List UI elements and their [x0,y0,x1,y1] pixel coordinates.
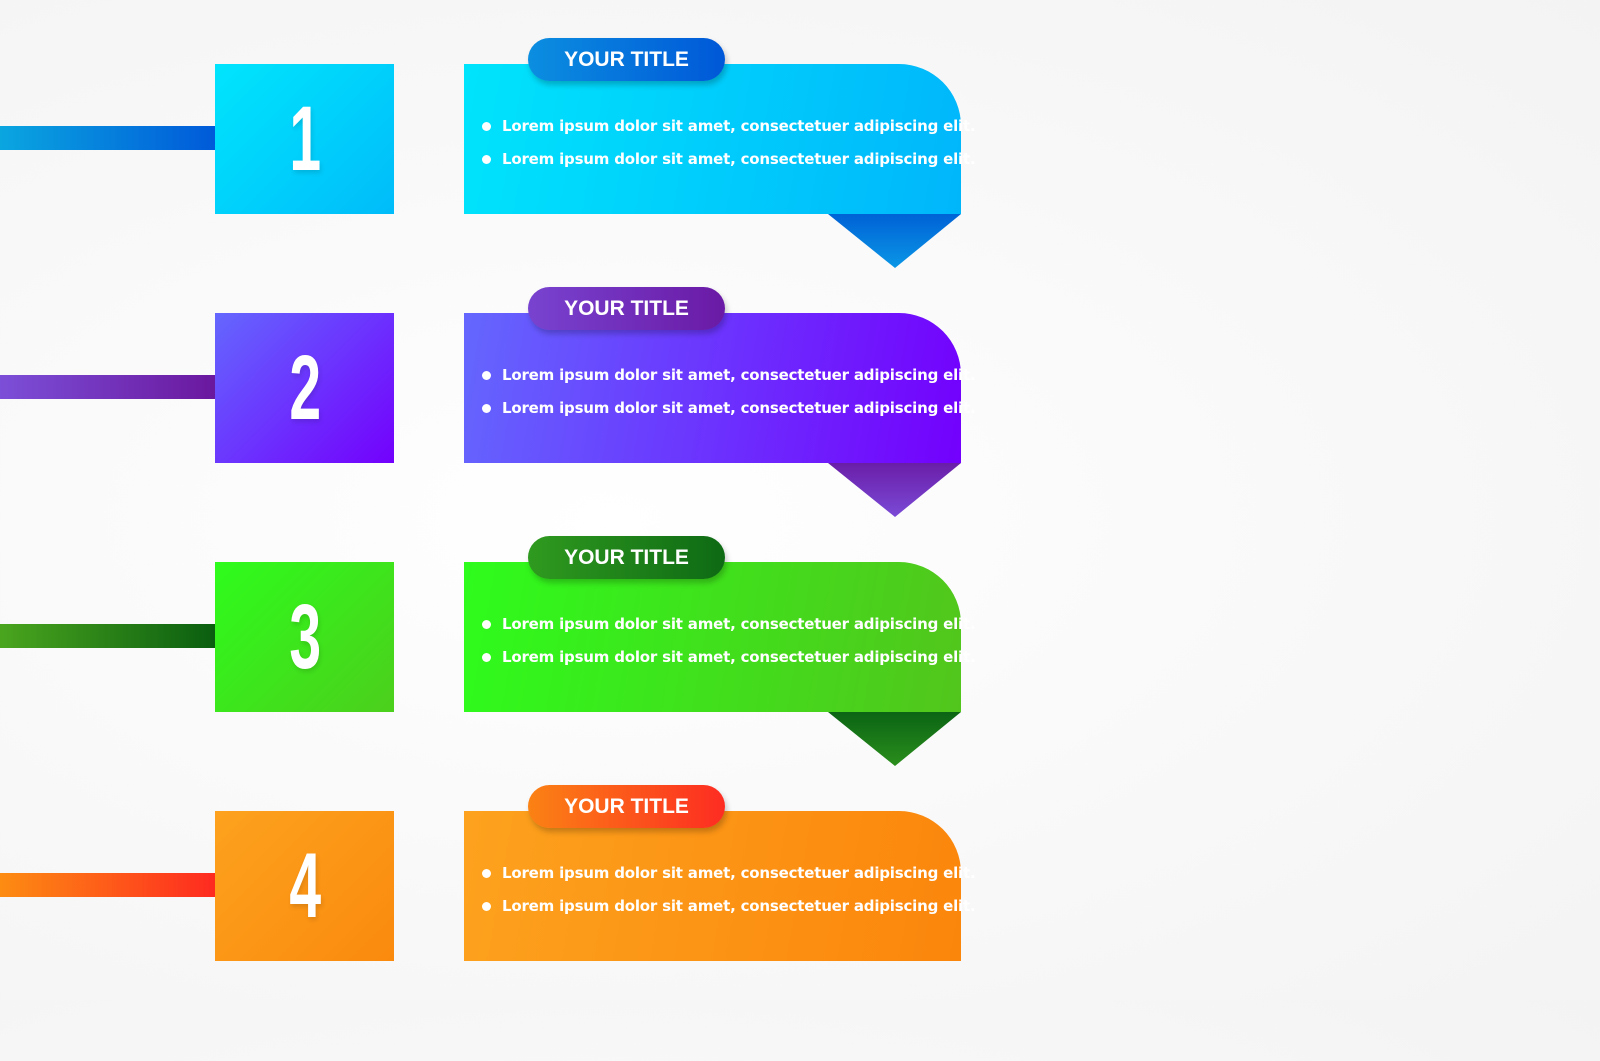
step-title: YOUR TITLE [564,794,689,818]
bullet-text: Lorem ipsum dolor sit amet, consectetuer… [502,864,976,882]
bullet-text: Lorem ipsum dolor sit amet, consectetuer… [502,648,976,666]
bullet-item: Lorem ipsum dolor sit amet, consectetuer… [482,147,976,180]
step-title: YOUR TITLE [564,47,689,71]
step-card: Lorem ipsum dolor sit amet, consectetuer… [464,811,976,961]
bullet-text: Lorem ipsum dolor sit amet, consectetuer… [502,150,976,168]
bullet-text: Lorem ipsum dolor sit amet, consectetuer… [502,615,976,633]
bullet-item: Lorem ipsum dolor sit amet, consectetuer… [482,396,976,429]
bullet-dot-icon [482,371,491,380]
connector-line [0,375,215,399]
bullet-list: Lorem ipsum dolor sit amet, consectetuer… [482,612,976,678]
step-title-pill: YOUR TITLE [528,38,725,81]
step-card: Lorem ipsum dolor sit amet, consectetuer… [464,562,976,712]
bullet-dot-icon [482,122,491,131]
step-card: Lorem ipsum dolor sit amet, consectetuer… [464,64,976,214]
step-title: YOUR TITLE [564,545,689,569]
bullet-dot-icon [482,620,491,629]
card-pointer-triangle [828,463,961,517]
step-row: 3 Lorem ipsum dolor sit amet, consectetu… [0,536,980,812]
bullet-list: Lorem ipsum dolor sit amet, consectetuer… [482,363,976,429]
bullet-list: Lorem ipsum dolor sit amet, consectetuer… [482,114,976,180]
pointer-shape [828,712,961,766]
bullet-item: Lorem ipsum dolor sit amet, consectetuer… [482,894,976,927]
step-number: 1 [289,88,321,190]
connector-line [0,624,215,648]
step-card: Lorem ipsum dolor sit amet, consectetuer… [464,313,976,463]
step-row: 4 Lorem ipsum dolor sit amet, consectetu… [0,785,980,1061]
step-title-pill: YOUR TITLE [528,785,725,828]
step-number-box: 1 [215,64,394,214]
bullet-dot-icon [482,404,491,413]
step-number: 3 [289,586,321,688]
bullet-item: Lorem ipsum dolor sit amet, consectetuer… [482,612,976,645]
bullet-item: Lorem ipsum dolor sit amet, consectetuer… [482,114,976,147]
step-number-box: 2 [215,313,394,463]
bullet-text: Lorem ipsum dolor sit amet, consectetuer… [502,897,976,915]
step-row: 1 Lorem ipsum dolor sit amet, consectetu… [0,38,980,314]
bullet-text: Lorem ipsum dolor sit amet, consectetuer… [502,399,976,417]
step-number: 4 [289,835,321,937]
bullet-list: Lorem ipsum dolor sit amet, consectetuer… [482,861,976,927]
bullet-item: Lorem ipsum dolor sit amet, consectetuer… [482,861,976,894]
card-pointer-triangle [828,214,961,268]
connector-line [0,126,215,150]
bullet-text: Lorem ipsum dolor sit amet, consectetuer… [502,117,976,135]
bullet-item: Lorem ipsum dolor sit amet, consectetuer… [482,645,976,678]
card-pointer-triangle [828,712,961,766]
step-title-pill: YOUR TITLE [528,536,725,579]
bullet-dot-icon [482,869,491,878]
step-title-pill: YOUR TITLE [528,287,725,330]
pointer-shape [828,463,961,517]
pointer-shape [828,214,961,268]
bullet-dot-icon [482,155,491,164]
bullet-dot-icon [482,902,491,911]
bullet-dot-icon [482,653,491,662]
step-row: 2 Lorem ipsum dolor sit amet, consectetu… [0,287,980,563]
bullet-item: Lorem ipsum dolor sit amet, consectetuer… [482,363,976,396]
connector-line [0,873,215,897]
step-title: YOUR TITLE [564,296,689,320]
step-number-box: 3 [215,562,394,712]
bullet-text: Lorem ipsum dolor sit amet, consectetuer… [502,366,976,384]
step-number-box: 4 [215,811,394,961]
step-number: 2 [289,337,321,439]
